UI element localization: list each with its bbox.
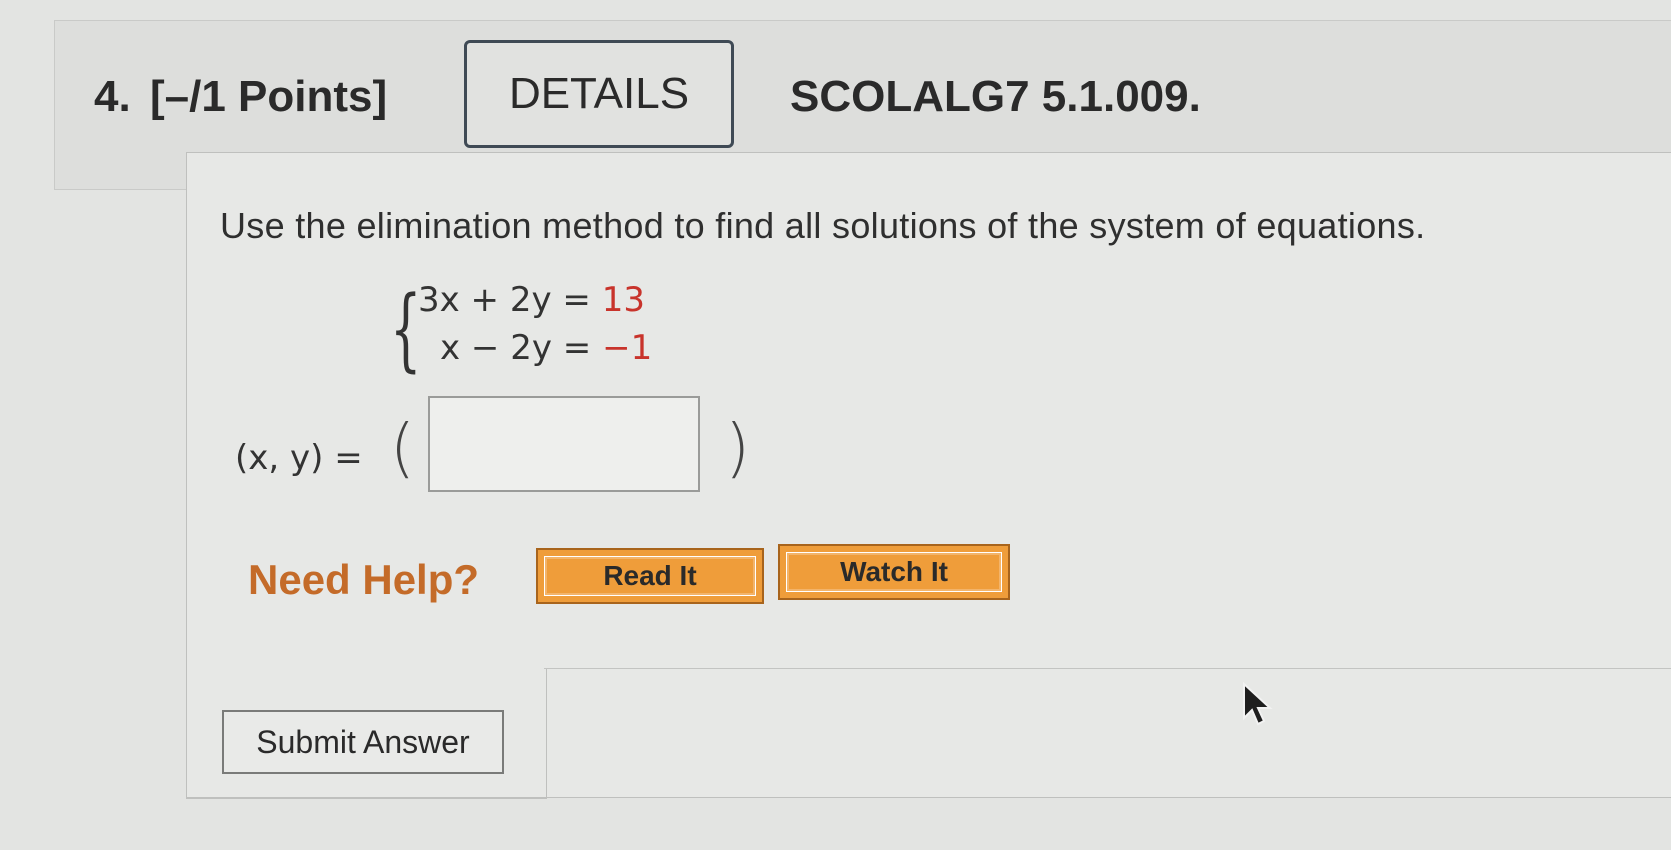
left-parenthesis: ( bbox=[390, 412, 415, 486]
answer-input[interactable] bbox=[428, 396, 700, 492]
answer-label: (x, y) = bbox=[235, 438, 363, 478]
question-number: 4. bbox=[94, 72, 131, 121]
question-points: [–/1 Points] bbox=[150, 72, 388, 121]
details-button[interactable]: DETAILS bbox=[464, 40, 734, 148]
equation-2: x − 2y = −1 bbox=[440, 328, 652, 368]
read-it-label: Read It bbox=[603, 560, 697, 591]
read-it-button[interactable]: Read It bbox=[536, 548, 764, 604]
question-prompt: Use the elimination method to find all s… bbox=[220, 205, 1426, 246]
equation-1-rhs: 13 bbox=[601, 280, 645, 320]
equation-1-lhs: 3x + 2y = bbox=[418, 280, 591, 320]
watch-it-button[interactable]: Watch It bbox=[778, 544, 1010, 600]
equation-2-rhs: −1 bbox=[602, 328, 653, 368]
submit-answer-button[interactable]: Submit Answer bbox=[222, 710, 504, 774]
system-brace: { bbox=[390, 277, 422, 382]
cursor-arrow-icon bbox=[1242, 681, 1276, 733]
equation-2-lhs: x − 2y = bbox=[440, 328, 592, 368]
question-code: SCOLALG7 5.1.009. bbox=[790, 72, 1201, 121]
right-parenthesis: ) bbox=[725, 412, 750, 486]
need-help-label: Need Help? bbox=[248, 556, 480, 603]
equation-1: 3x + 2y = 13 bbox=[418, 280, 645, 320]
watch-it-label: Watch It bbox=[840, 556, 948, 587]
section-divider bbox=[544, 668, 1671, 669]
